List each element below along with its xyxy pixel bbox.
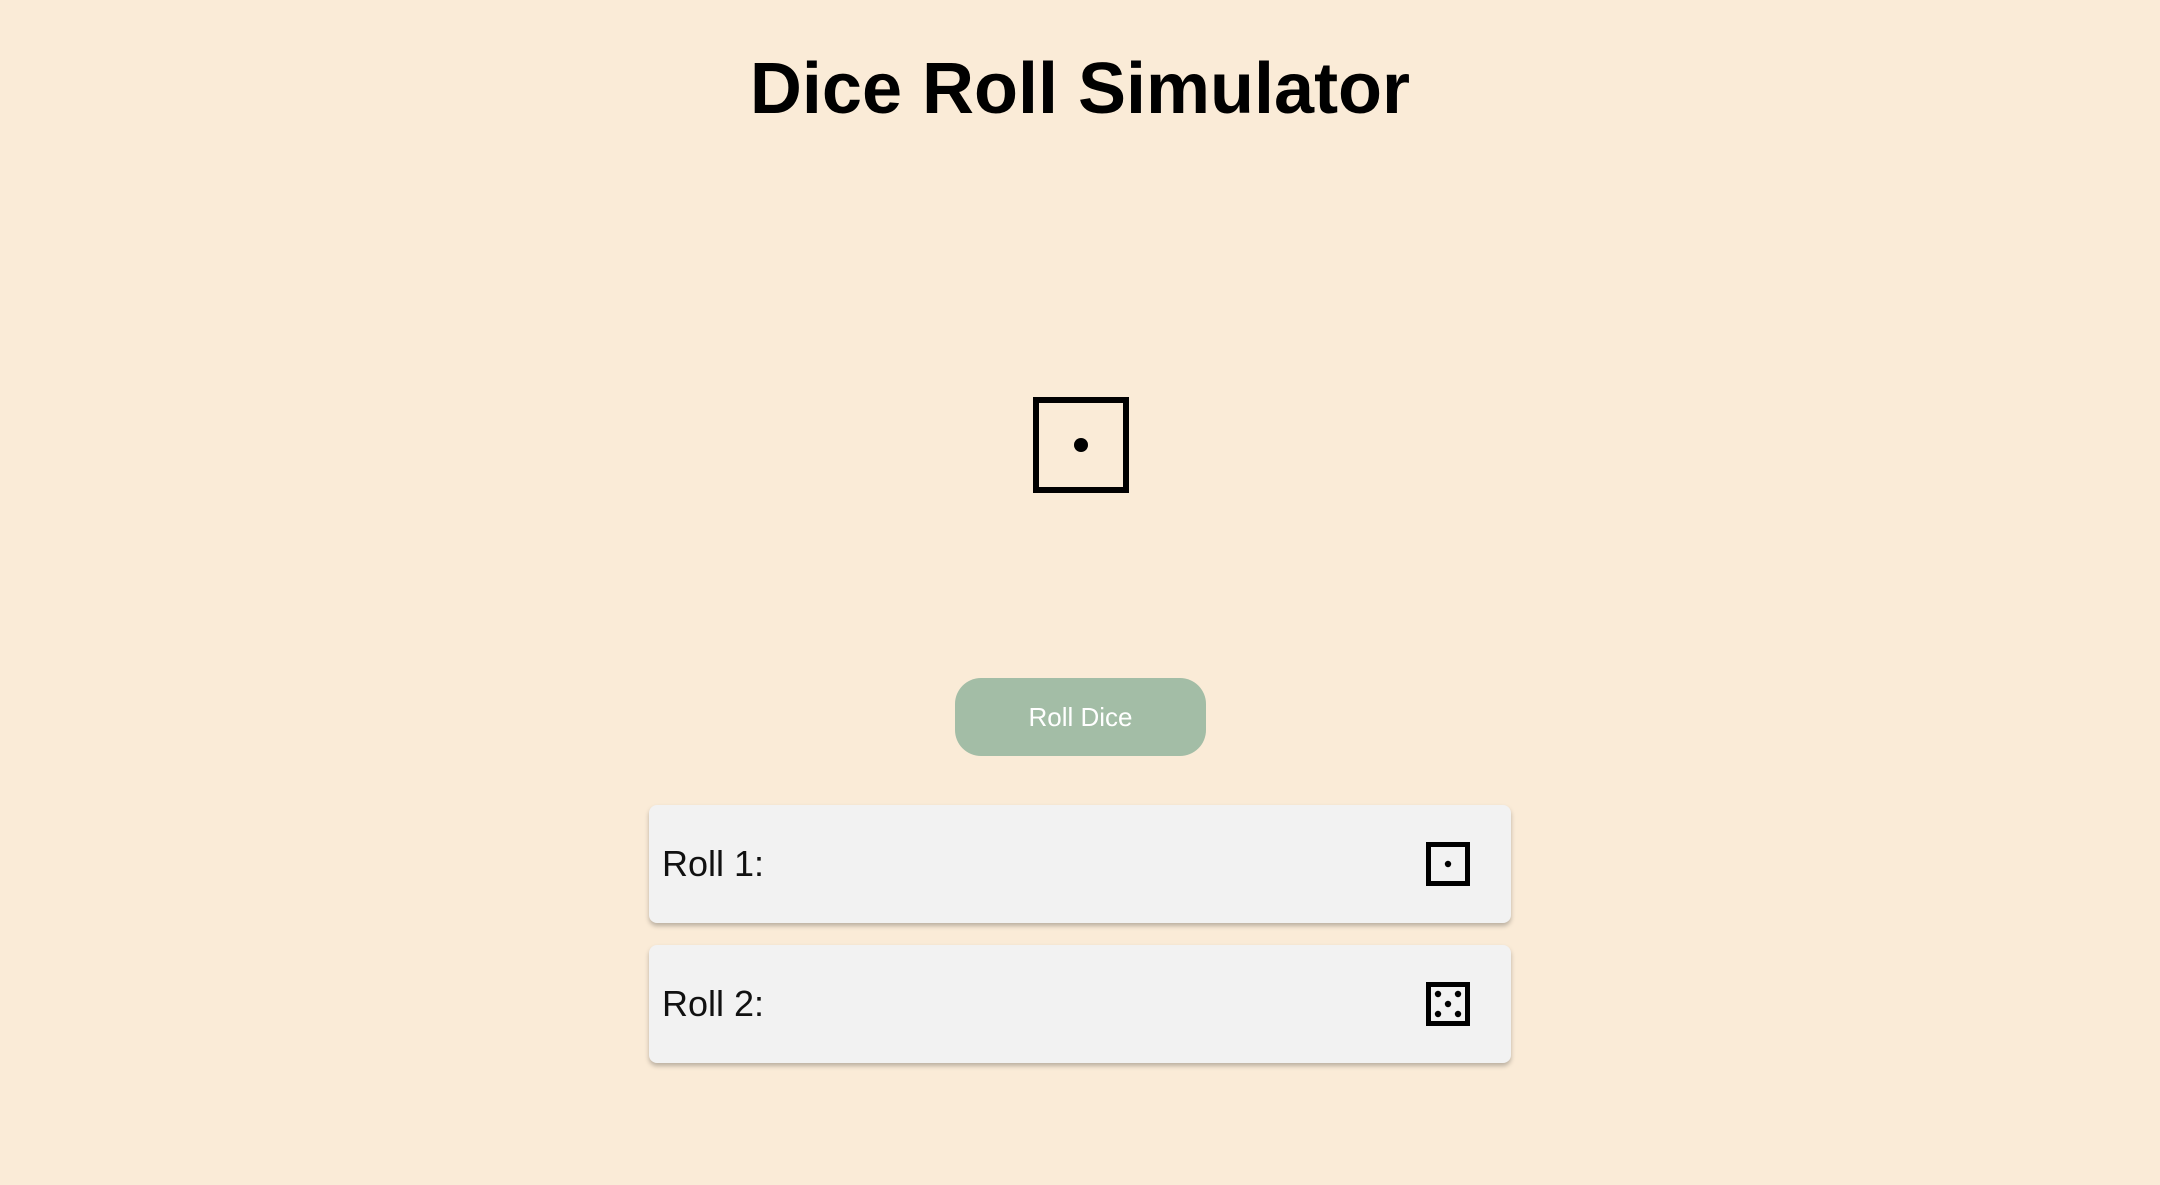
die-face-1-icon xyxy=(1426,842,1470,886)
page-title: Dice Roll Simulator xyxy=(749,49,1411,129)
roll-label: Roll 1: xyxy=(662,843,765,884)
die-face-5-icon xyxy=(1426,982,1470,1026)
roll-dice-button[interactable]: Roll Dice xyxy=(955,678,1206,756)
roll-history-item: Roll 2: xyxy=(649,945,1511,1063)
roll-label: Roll 2: xyxy=(662,983,765,1024)
roll-history-item: Roll 1: xyxy=(649,805,1511,923)
page: Dice Roll Simulator Roll Dice Roll 1: Ro… xyxy=(0,0,2160,1185)
roll-history-list: Roll 1: Roll 2: xyxy=(649,805,1511,1085)
die-face-1-icon xyxy=(1033,397,1129,493)
